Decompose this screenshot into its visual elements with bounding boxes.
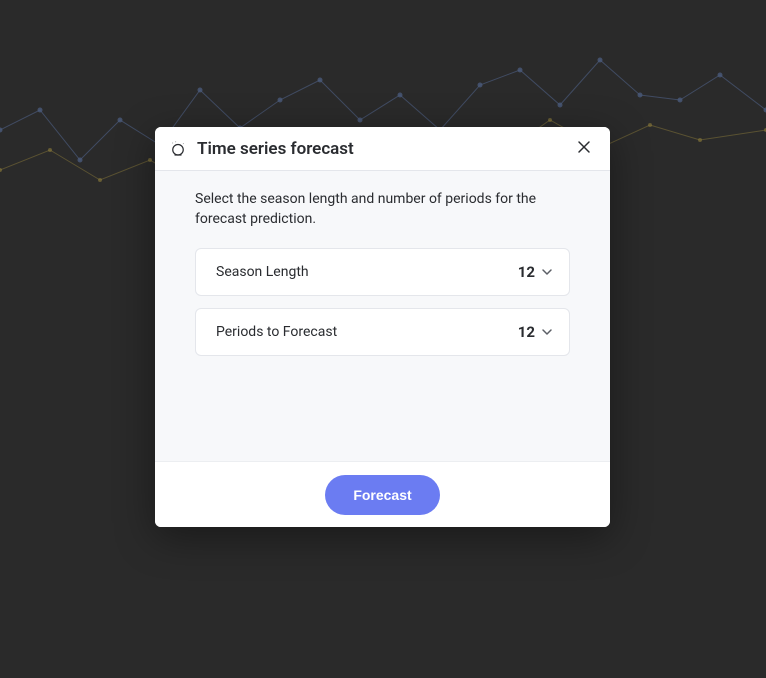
periods-to-forecast-selector[interactable]: Periods to Forecast 12 bbox=[195, 308, 570, 356]
modal-footer: Forecast bbox=[155, 461, 610, 527]
forecast-modal: Time series forecast Select the season l… bbox=[155, 127, 610, 527]
periods-label: Periods to Forecast bbox=[216, 324, 518, 340]
modal-description: Select the season length and number of p… bbox=[195, 189, 570, 230]
periods-value: 12 bbox=[518, 323, 535, 341]
chevron-down-icon bbox=[541, 266, 553, 278]
modal-header: Time series forecast bbox=[155, 127, 610, 171]
forecast-button[interactable]: Forecast bbox=[325, 475, 439, 515]
close-icon bbox=[576, 139, 592, 158]
chevron-down-icon bbox=[541, 326, 553, 338]
modal-title: Time series forecast bbox=[197, 139, 572, 159]
season-length-label: Season Length bbox=[216, 264, 518, 280]
season-length-selector[interactable]: Season Length 12 bbox=[195, 248, 570, 296]
close-button[interactable] bbox=[572, 137, 596, 161]
modal-body: Select the season length and number of p… bbox=[155, 171, 610, 461]
season-length-value: 12 bbox=[518, 263, 535, 281]
crystal-ball-icon bbox=[169, 140, 187, 158]
